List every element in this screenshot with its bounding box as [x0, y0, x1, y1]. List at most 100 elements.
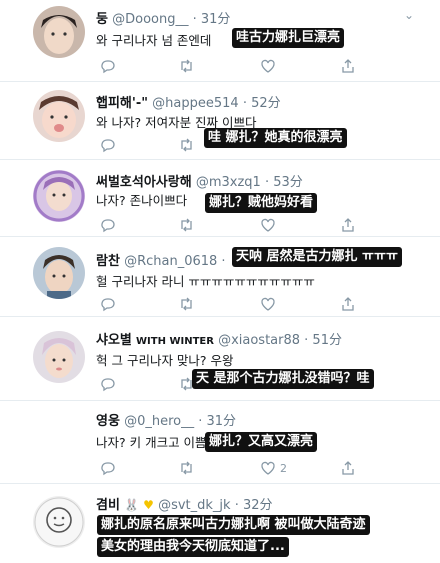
retweet-button[interactable] [178, 375, 199, 393]
share-icon [342, 461, 354, 475]
tweet-header: 영웅 @0_hero__ · 31分 [96, 410, 236, 429]
avatar[interactable] [33, 496, 85, 548]
tweet-actions: 2 [96, 459, 406, 477]
share-button[interactable] [340, 57, 356, 75]
share-icon [342, 218, 354, 232]
tweet[interactable]: 햅피해'-" @happee514 · 52分 와 나자? 저여자분 진짜 이쁘… [0, 82, 440, 160]
retweet-icon [181, 138, 192, 152]
avatar[interactable] [33, 331, 85, 383]
reply-icon [101, 139, 115, 153]
display-name[interactable]: 람찬 [96, 254, 120, 269]
avatar[interactable] [33, 170, 85, 222]
like-button[interactable]: 2 [260, 459, 287, 477]
reply-button[interactable] [100, 295, 120, 313]
display-name[interactable]: 샤오별 [96, 333, 132, 348]
tweet-text: 나자? 존나이쁘다 [96, 193, 188, 208]
timestamp[interactable]: · 31分 [198, 414, 236, 429]
reply-button[interactable] [100, 216, 120, 234]
share-icon [342, 297, 354, 311]
yellow-heart-emoji-icon: ♥ [143, 498, 154, 512]
avatar[interactable] [33, 247, 85, 299]
avatar[interactable] [33, 90, 85, 142]
retweet-button[interactable] [178, 57, 199, 75]
tweet-text: 헐 구리나자 라니 ㅠㅠㅠㅠㅠㅠㅠㅠㅠㅠㅠ [96, 274, 315, 289]
tweet-text: 헉 그 구리나자 맞나? 우왕 [96, 353, 234, 368]
heart-icon [261, 218, 275, 232]
tweet-actions [96, 57, 406, 75]
translation-caption: 娜扎？贼他妈好看 [205, 193, 318, 213]
share-button[interactable] [340, 459, 356, 477]
name-badge: WITH WINTER [136, 336, 214, 347]
share-icon [342, 59, 354, 73]
timestamp[interactable]: · 32分 [235, 498, 273, 513]
chevron-down-icon[interactable]: ⌄ [404, 8, 414, 22]
reply-button[interactable] [100, 136, 120, 154]
user-handle[interactable]: @svt_dk_jk [158, 498, 230, 513]
tweet-actions [96, 216, 406, 234]
reply-icon [101, 298, 115, 312]
display-name[interactable]: 둥 [96, 12, 108, 27]
user-handle[interactable]: @m3xzq1 [196, 175, 261, 190]
timestamp[interactable]: · 53分 [265, 175, 303, 190]
timestamp[interactable]: · 51分 [304, 333, 342, 348]
tweet-text: 와 구리나자 넘 존엔데 [96, 33, 212, 48]
share-button[interactable] [340, 295, 356, 313]
reply-icon [101, 219, 115, 233]
timestamp[interactable]: · [221, 254, 225, 269]
tweet[interactable]: 람찬 @Rchan_0618 · 天呐 居然是古力娜扎 ㅠㅠㅠ 헐 구리나자 라… [0, 237, 440, 317]
tweet-header: 샤오별 WITH WINTER @xiaostar88 · 51分 [96, 329, 342, 348]
retweet-button[interactable] [178, 459, 199, 477]
reply-icon [101, 60, 115, 74]
tweet-actions [96, 136, 406, 154]
retweet-button[interactable] [178, 295, 199, 313]
tweet-header: 겸비 🐰 ♥ @svt_dk_jk · 32分 [96, 494, 273, 513]
tweet[interactable]: 샤오별 WITH WINTER @xiaostar88 · 51分 헉 그 구리… [0, 317, 440, 401]
tweet-actions [96, 295, 406, 313]
tweet-header: 둥 @Dooong__ · 31分 [96, 8, 230, 27]
rabbit-emoji-icon: 🐰 [124, 498, 140, 512]
translation-caption: 娜扎？又高又漂亮 [205, 432, 318, 452]
tweet-actions [96, 375, 406, 393]
timestamp[interactable]: · 52分 [243, 96, 281, 111]
display-name[interactable]: 햅피해'-" [96, 96, 148, 111]
retweet-icon [181, 377, 192, 391]
tweet-header: 써벌호석아사랑해 @m3xzq1 · 53分 [96, 171, 303, 190]
heart-icon [261, 461, 275, 475]
reply-icon [101, 378, 115, 392]
tweet-text: 나자? 키 개크고 이쁨 [96, 435, 207, 450]
tweet[interactable]: 둥 @Dooong__ · 31分 ⌄ 와 구리나자 넘 존엔데 哇古力娜扎巨漂… [0, 0, 440, 82]
display-name[interactable]: 겸비 [96, 498, 120, 513]
translation-caption: 美女的理由我今天彻底知道了... [97, 537, 289, 557]
reply-button[interactable] [100, 459, 120, 477]
avatar[interactable] [33, 6, 85, 58]
user-handle[interactable]: @Rchan_0618 [124, 254, 217, 269]
tweet[interactable]: 써벌호석아사랑해 @m3xzq1 · 53分 나자? 존나이쁘다 娜扎？贼他妈好… [0, 160, 440, 237]
display-name[interactable]: 써벌호석아사랑해 [96, 175, 192, 190]
like-count: 2 [280, 461, 287, 475]
reply-icon [101, 462, 115, 476]
user-handle[interactable]: @xiaostar88 [218, 333, 300, 348]
heart-icon [261, 297, 275, 311]
like-button[interactable] [260, 295, 280, 313]
share-button[interactable] [340, 216, 356, 234]
reply-button[interactable] [100, 375, 120, 393]
retweet-button[interactable] [178, 216, 199, 234]
user-handle[interactable]: @0_hero__ [124, 414, 194, 429]
like-button[interactable] [260, 216, 280, 234]
translation-caption: 哇古力娜扎巨漂亮 [232, 28, 345, 48]
retweet-icon [181, 297, 192, 311]
translation-caption: 娜扎的原名原来叫古力娜扎啊 被叫做大陆奇迹 [97, 515, 370, 535]
retweet-button[interactable] [178, 136, 199, 154]
tweet[interactable]: 영웅 @0_hero__ · 31分 나자? 키 개크고 이쁨 娜扎？又高又漂亮… [0, 401, 440, 484]
retweet-icon [181, 218, 192, 232]
display-name[interactable]: 영웅 [96, 414, 120, 429]
retweet-icon [181, 59, 192, 73]
user-handle[interactable]: @happee514 [152, 96, 239, 111]
heart-icon [261, 59, 275, 73]
user-handle[interactable]: @Dooong__ [112, 12, 188, 27]
tweet-header: 햅피해'-" @happee514 · 52分 [96, 92, 281, 111]
like-button[interactable] [260, 57, 280, 75]
timestamp[interactable]: · 31分 [193, 12, 231, 27]
reply-button[interactable] [100, 57, 120, 75]
tweet[interactable]: 겸비 🐰 ♥ @svt_dk_jk · 32分 娜扎的原名原来叫古力娜扎啊 被叫… [0, 484, 440, 563]
